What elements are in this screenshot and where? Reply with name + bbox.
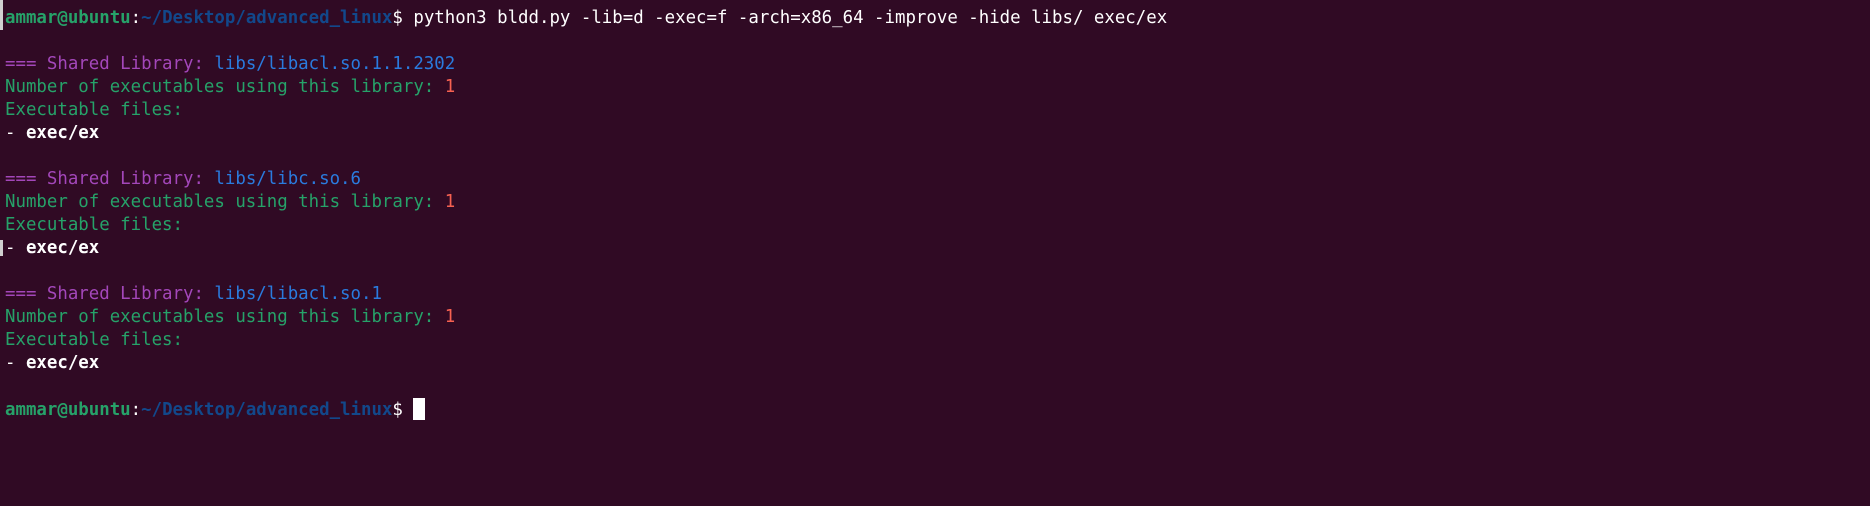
text-segment-label: Executable files:	[5, 215, 183, 235]
terminal-line: ammar@ubuntu:~/Desktop/advanced_linux$	[5, 398, 1167, 421]
text-segment-text: -	[5, 353, 26, 373]
text-segment-lib-path: libs/libacl.so.1.1.2302	[214, 54, 456, 74]
text-segment-path: ~/Desktop/advanced_linux	[141, 400, 393, 420]
terminal-line: Number of executables using this library…	[5, 306, 1167, 329]
window-edge	[0, 240, 3, 256]
text-segment-count: 1	[444, 77, 456, 97]
text-segment-count: 1	[444, 307, 456, 327]
terminal-line: Executable files:	[5, 329, 1167, 352]
terminal-line: Number of executables using this library…	[5, 191, 1167, 214]
text-segment-header: === Shared Library:	[5, 54, 215, 74]
text-segment-text: $ python3 bldd.py -lib=d -exec=f -arch=x…	[392, 8, 1168, 28]
text-segment-text: exec/ex	[25, 238, 100, 258]
text-segment-label: Executable files:	[5, 100, 183, 120]
text-segment-text: -	[5, 123, 26, 143]
text-segment-label: Executable files:	[5, 330, 183, 350]
text-segment-label: Number of executables using this library…	[5, 192, 445, 212]
text-segment-text: $	[392, 400, 414, 420]
terminal-line: === Shared Library: libs/libacl.so.1	[5, 283, 1167, 306]
text-segment-text: exec/ex	[25, 123, 100, 143]
terminal-line: Executable files:	[5, 214, 1167, 237]
text-segment-label: Number of executables using this library…	[5, 77, 445, 97]
text-segment-header: === Shared Library:	[5, 169, 215, 189]
terminal-line: Executable files:	[5, 99, 1167, 122]
text-segment-text: exec/ex	[25, 353, 100, 373]
window-edge	[0, 0, 3, 30]
terminal-line: - exec/ex	[5, 352, 1167, 375]
text-segment-text: :	[130, 400, 142, 420]
terminal-line: === Shared Library: libs/libacl.so.1.1.2…	[5, 53, 1167, 76]
text-segment-user-host: ammar@ubuntu	[5, 400, 131, 420]
terminal-line: ammar@ubuntu:~/Desktop/advanced_linux$ p…	[5, 7, 1167, 30]
terminal-output[interactable]: ammar@ubuntu:~/Desktop/advanced_linux$ p…	[5, 7, 1167, 421]
text-segment-label: Number of executables using this library…	[5, 307, 445, 327]
terminal-line: Number of executables using this library…	[5, 76, 1167, 99]
cursor	[413, 398, 426, 420]
text-segment-user-host: ammar@ubuntu	[5, 8, 131, 28]
text-segment-text: -	[5, 238, 26, 258]
text-segment-count: 1	[444, 192, 456, 212]
terminal-line: - exec/ex	[5, 122, 1167, 145]
text-segment-path: ~/Desktop/advanced_linux	[141, 8, 393, 28]
terminal-line: - exec/ex	[5, 237, 1167, 260]
text-segment-lib-path: libs/libc.so.6	[214, 169, 361, 189]
terminal-line: === Shared Library: libs/libc.so.6	[5, 168, 1167, 191]
text-segment-text: :	[130, 8, 142, 28]
text-segment-lib-path: libs/libacl.so.1	[214, 284, 382, 304]
text-segment-header: === Shared Library:	[5, 284, 215, 304]
